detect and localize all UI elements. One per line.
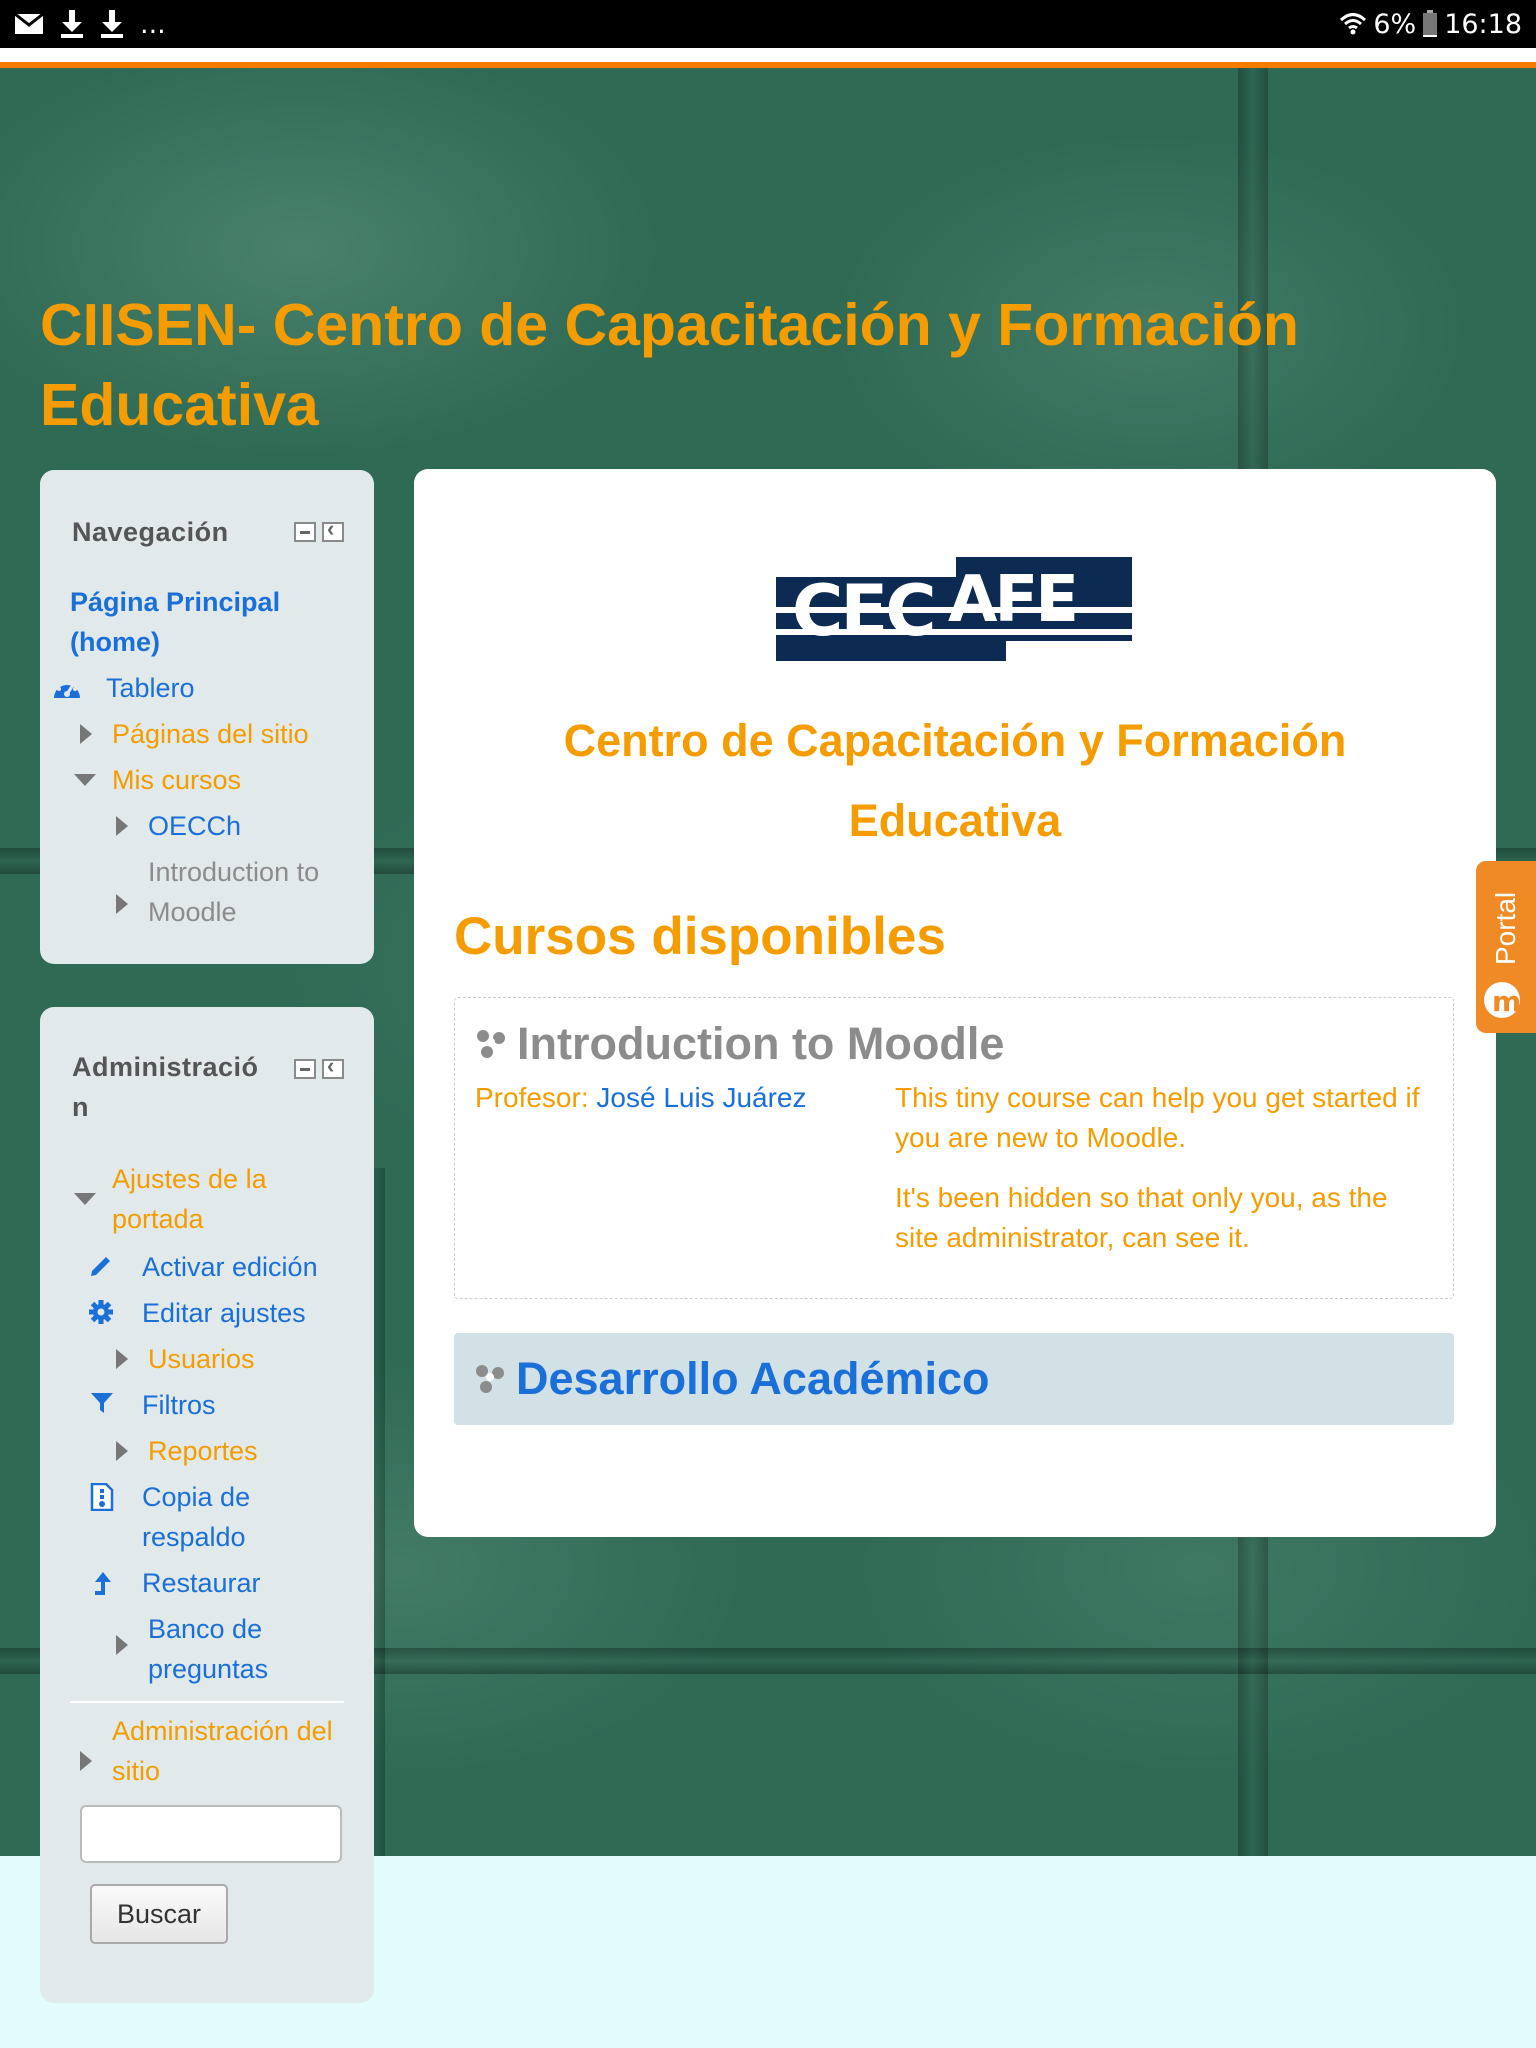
expand-arrow-icon[interactable] (80, 724, 92, 744)
expand-arrow-icon[interactable] (80, 1751, 92, 1771)
browser-top-band (0, 48, 1536, 62)
nav-course-intro-moodle[interactable]: Introduction to Moodle (148, 852, 348, 932)
block-title: Navegación (72, 517, 229, 547)
administration-block: Administración Ajustes de la portada Act… (40, 1007, 374, 2003)
admin-turn-editing-on[interactable]: Activar edición (142, 1247, 318, 1287)
admin-edit-settings[interactable]: Editar ajustes (142, 1293, 306, 1333)
course-teacher: Profesor: José Luis Juárez (475, 1078, 807, 1118)
admin-reports[interactable]: Reportes (148, 1431, 258, 1471)
svg-text:CEC: CEC (792, 570, 934, 652)
category-icon (474, 1363, 506, 1400)
collapse-arrow-icon[interactable] (74, 1193, 96, 1205)
expand-arrow-icon[interactable] (116, 1635, 128, 1655)
summary-text: It's been hidden so that only you, as th… (895, 1182, 1388, 1253)
backup-file-icon (90, 1482, 114, 1516)
admin-site-administration[interactable]: Administración del sitio (112, 1711, 362, 1791)
course-icon (475, 1028, 507, 1065)
summary-text: This tiny course can help you get starte… (895, 1082, 1420, 1153)
collapse-arrow-icon[interactable] (74, 774, 96, 786)
minimize-block-icon[interactable] (294, 522, 316, 542)
category-listing: Desarrollo Académico (454, 1333, 1454, 1425)
course-summary: This tiny course can help you get starte… (895, 1078, 1435, 1278)
dashboard-icon (52, 676, 82, 705)
restore-arrow-icon (92, 1571, 114, 1602)
divider (70, 1701, 344, 1703)
minimize-block-icon[interactable] (294, 1059, 316, 1079)
teacher-label: Profesor: (475, 1082, 589, 1113)
admin-backup[interactable]: Copia de respaldo (142, 1477, 282, 1557)
clock: 16:18 (1444, 8, 1522, 40)
nav-my-courses[interactable]: Mis cursos (112, 760, 241, 800)
teacher-name-link[interactable]: José Luis Juárez (596, 1082, 806, 1113)
admin-frontpage-settings[interactable]: Ajustes de la portada (112, 1159, 292, 1239)
portal-tab[interactable]: Portal m (1476, 861, 1536, 1033)
headline-text: Centro de Capacitación y Formación Educa… (563, 715, 1347, 846)
moodle-icon: m (1482, 973, 1522, 1032)
site-title[interactable]: CIISEN- Centro de Capacitación y Formaci… (40, 285, 1400, 445)
portal-label: Portal (1490, 891, 1521, 965)
search-button[interactable]: Buscar (90, 1884, 228, 1944)
overflow-indicator: ... (140, 8, 166, 40)
filter-icon (90, 1391, 114, 1420)
admin-question-bank[interactable]: Banco de preguntas (148, 1609, 298, 1689)
admin-search-input[interactable] (80, 1805, 342, 1863)
expand-arrow-icon[interactable] (116, 1441, 128, 1461)
pencil-icon (88, 1253, 114, 1284)
wifi-icon (1339, 11, 1367, 37)
download-icon (100, 10, 124, 38)
course-listing: Introduction to Moodle Profesor: José Lu… (454, 997, 1454, 1299)
nav-home-link[interactable]: Página Principal (home) (70, 582, 310, 662)
nav-dashboard-link[interactable]: Tablero (106, 668, 195, 708)
cecafe-logo[interactable]: CEC AFE (776, 557, 1132, 661)
status-bar: ... 6% 16:18 (0, 0, 1536, 48)
admin-restore[interactable]: Restaurar (142, 1563, 261, 1603)
mail-icon (14, 13, 44, 35)
svg-text:m: m (1492, 985, 1521, 1018)
block-title: Administración (72, 1052, 259, 1122)
admin-filters[interactable]: Filtros (142, 1385, 216, 1425)
course-title-link[interactable]: Introduction to Moodle (517, 1012, 1004, 1076)
expand-arrow-icon[interactable] (116, 1349, 128, 1369)
gear-icon (88, 1299, 114, 1330)
expand-arrow-icon[interactable] (116, 894, 128, 914)
navigation-block: Navegación Página Principal (home) Table… (40, 470, 374, 964)
available-courses-heading: Cursos disponibles (454, 907, 946, 966)
dock-block-icon[interactable] (322, 516, 344, 542)
download-icon (60, 10, 84, 38)
battery-icon (1422, 10, 1438, 38)
category-link[interactable]: Desarrollo Académico (516, 1347, 990, 1411)
svg-text:AFE: AFE (948, 563, 1076, 637)
dock-block-icon[interactable] (322, 1053, 344, 1079)
page-headline: Centro de Capacitación y Formación Educa… (414, 701, 1496, 861)
nav-course-oecch[interactable]: OECCh (148, 806, 241, 846)
admin-users[interactable]: Usuarios (148, 1339, 255, 1379)
nav-site-pages[interactable]: Páginas del sitio (112, 714, 309, 754)
battery-percent: 6% (1373, 8, 1417, 40)
expand-arrow-icon[interactable] (116, 816, 128, 836)
main-content: CEC AFE Centro de Capacitación y Formaci… (414, 469, 1496, 1537)
